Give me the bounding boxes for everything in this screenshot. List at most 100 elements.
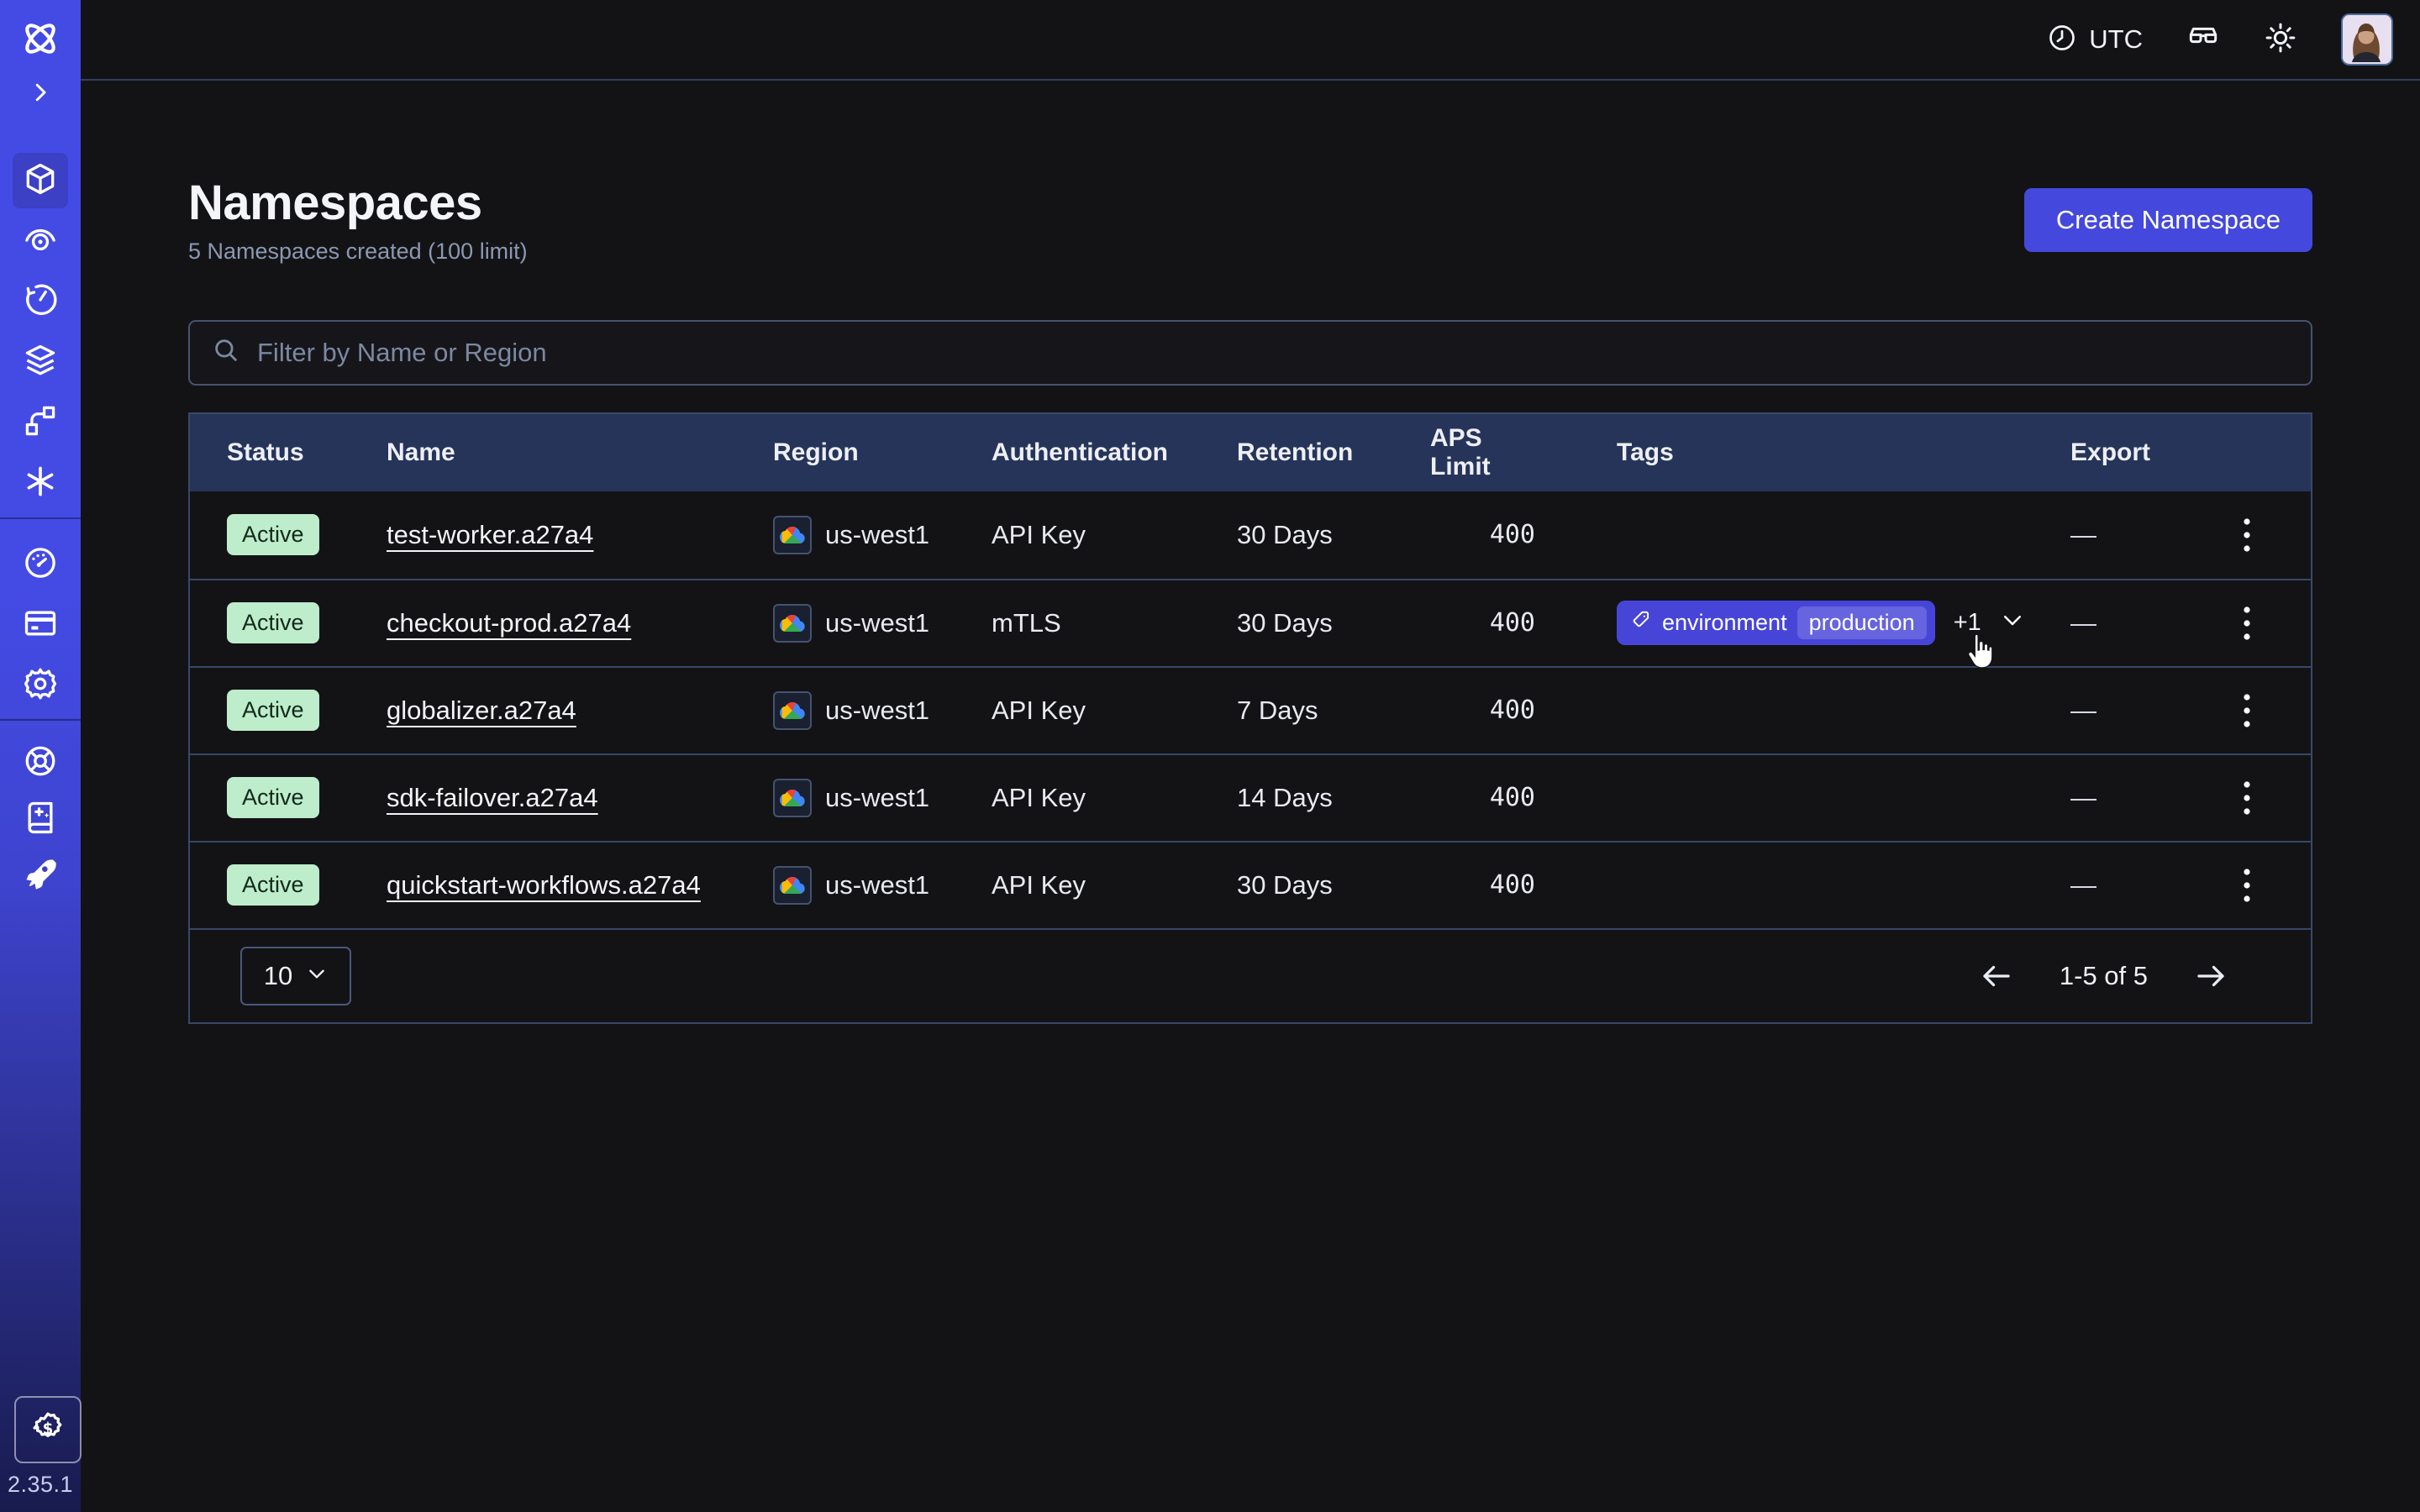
status-badge: Active [227, 514, 319, 555]
tags-cell: environment production +1 [1535, 601, 2070, 645]
row-menu-button[interactable] [2228, 684, 2265, 738]
export-value: — [2070, 870, 2222, 900]
gcp-icon [773, 866, 812, 905]
sidebar-item-schedules[interactable] [13, 274, 68, 329]
column-header-status: Status [227, 438, 387, 467]
namespace-link[interactable]: checkout-prod.a27a4 [387, 608, 631, 638]
timezone-label: UTC [2089, 24, 2143, 55]
temporal-logo[interactable] [13, 13, 68, 68]
sidebar-expand-button[interactable] [13, 72, 68, 116]
row-menu-button[interactable] [2228, 771, 2265, 825]
previous-page-button[interactable] [1974, 958, 2019, 995]
tags-expand-button[interactable] [2000, 607, 2025, 639]
export-value: — [2070, 783, 2222, 813]
glasses-icon [2186, 21, 2220, 59]
page-subtitle: 5 Namespaces created (100 limit) [188, 239, 528, 265]
retention: 30 Days [1237, 608, 1430, 638]
life-ring-icon [22, 743, 59, 784]
gcp-icon [773, 691, 812, 730]
create-namespace-button[interactable]: Create Namespace [2024, 188, 2312, 252]
sidebar-item-namespaces[interactable] [13, 153, 68, 208]
sidebar-item-billing[interactable] [13, 597, 68, 653]
retention: 30 Days [1237, 520, 1430, 550]
accessibility-button[interactable] [2186, 21, 2220, 59]
filter-input[interactable] [255, 337, 2289, 369]
sidebar-item-getting-started[interactable] [13, 848, 68, 903]
tag-value: production [1797, 606, 1927, 639]
row-menu-button[interactable] [2228, 508, 2265, 562]
auth-method: mTLS [992, 608, 1237, 638]
region-label: us-west1 [825, 520, 929, 550]
export-value: — [2070, 696, 2222, 726]
sidebar-item-usage[interactable] [13, 537, 68, 592]
aps-limit: 400 [1490, 870, 1535, 900]
sidebar-item-workers[interactable] [13, 455, 68, 511]
sidebar-item-insights[interactable] [13, 213, 68, 269]
page-title: Namespaces [188, 176, 528, 230]
branch-circuit-icon [22, 402, 59, 444]
sidebar-item-nexus[interactable] [13, 395, 68, 450]
cube-icon [22, 160, 59, 202]
auth-method: API Key [992, 520, 1237, 550]
status-badge: Active [227, 864, 319, 906]
credit-badge-icon: $ [29, 1409, 67, 1452]
tag-chip[interactable]: environment production [1617, 601, 1935, 645]
billing-credits-button[interactable]: $ [14, 1396, 82, 1463]
namespace-link[interactable]: sdk-failover.a27a4 [387, 783, 598, 812]
table-row: Active test-worker.a27a4 us-west1 API Ke… [190, 491, 2311, 579]
export-value: — [2070, 520, 2222, 550]
eye-spiral-icon [22, 221, 59, 262]
region-label: us-west1 [825, 783, 929, 813]
sun-icon [2264, 21, 2297, 59]
auth-method: API Key [992, 783, 1237, 813]
sidebar-item-support[interactable] [13, 735, 68, 790]
status-badge: Active [227, 690, 319, 731]
page-header: Namespaces 5 Namespaces created (100 lim… [188, 176, 2312, 265]
gear-icon [22, 665, 59, 706]
namespace-link[interactable]: test-worker.a27a4 [387, 520, 593, 549]
namespaces-table: Status Name Region Authentication Retent… [188, 412, 2312, 1024]
sidebar-item-docs[interactable] [13, 791, 68, 847]
region-label: us-west1 [825, 696, 929, 726]
table-row: Active sdk-failover.a27a4 us-west1 API K… [190, 753, 2311, 841]
filter-bar [188, 320, 2312, 386]
timer-icon [22, 281, 59, 323]
page-size-select[interactable]: 10 [240, 947, 351, 1005]
row-menu-button[interactable] [2228, 596, 2265, 650]
gcp-icon [773, 604, 812, 643]
column-header-aps-limit: APS Limit [1430, 424, 1535, 481]
auth-method: API Key [992, 870, 1237, 900]
table-header-row: Status Name Region Authentication Retent… [190, 414, 2311, 491]
sidebar-item-deployments[interactable] [13, 334, 68, 390]
app-version: 2.35.1 [0, 1472, 81, 1498]
column-header-authentication: Authentication [992, 438, 1237, 467]
theme-toggle-button[interactable] [2264, 21, 2297, 59]
gcp-icon [773, 516, 812, 554]
timezone-selector[interactable]: UTC [2047, 23, 2143, 57]
aps-limit: 400 [1490, 520, 1535, 549]
sidebar-item-settings[interactable] [13, 658, 68, 713]
row-menu-button[interactable] [2228, 858, 2265, 912]
table-row: Active globalizer.a27a4 us-west1 API Key… [190, 666, 2311, 753]
region-label: us-west1 [825, 870, 929, 900]
tag-icon [1630, 609, 1652, 637]
temporal-logo-icon [18, 17, 62, 65]
next-page-button[interactable] [2188, 958, 2233, 995]
sidebar-divider [0, 719, 81, 721]
layers-icon [22, 342, 59, 383]
credit-card-icon [22, 605, 59, 646]
chevron-right-icon [28, 80, 53, 109]
main-content: Namespaces 5 Namespaces created (100 lim… [81, 82, 2420, 1512]
book-sparkle-icon [22, 799, 59, 840]
namespace-link[interactable]: globalizer.a27a4 [387, 696, 576, 725]
user-avatar[interactable] [2341, 13, 2393, 66]
tag-key: environment [1662, 610, 1787, 636]
rocket-icon [22, 855, 59, 896]
column-header-retention: Retention [1237, 438, 1430, 467]
chevron-down-icon [306, 961, 328, 991]
aps-limit: 400 [1490, 696, 1535, 725]
status-badge: Active [227, 777, 319, 818]
export-value: — [2070, 608, 2222, 638]
aps-limit: 400 [1490, 608, 1535, 638]
namespace-link[interactable]: quickstart-workflows.a27a4 [387, 870, 701, 900]
